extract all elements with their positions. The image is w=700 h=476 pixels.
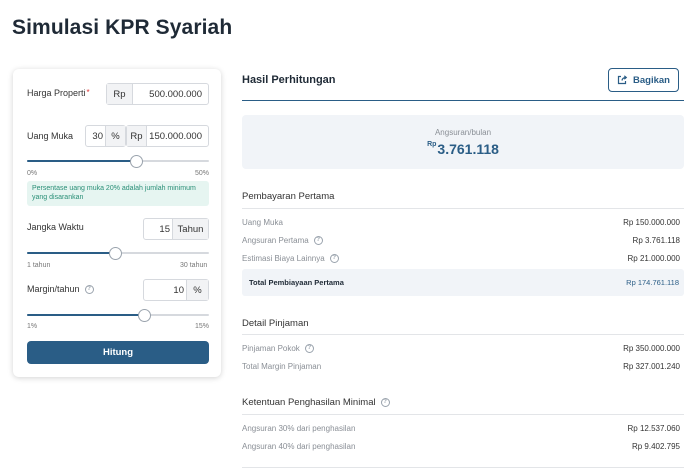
- section-divider: [242, 414, 684, 415]
- jangka-waktu-slider[interactable]: [27, 247, 209, 260]
- harga-properti-input[interactable]: Rp 500.000.000: [106, 83, 209, 105]
- harga-properti-value[interactable]: 500.000.000: [133, 84, 208, 104]
- slider-max-label: 15%: [195, 323, 210, 330]
- margin-input[interactable]: 10 %: [143, 279, 209, 301]
- info-circle-icon[interactable]: ?: [84, 285, 94, 295]
- info-circle-icon[interactable]: ?: [329, 254, 339, 264]
- slider-fill: [27, 314, 145, 316]
- percent-suffix: %: [186, 280, 208, 300]
- slider-min-label: 1%: [27, 323, 38, 330]
- slider-min-label: 0%: [27, 170, 38, 177]
- slider-fill: [27, 252, 115, 254]
- slider-max-label: 50%: [195, 170, 210, 177]
- hitung-button[interactable]: Hitung: [27, 341, 209, 364]
- slider-fill: [27, 160, 137, 162]
- currency-prefix: Rp: [127, 126, 147, 146]
- slider-thumb[interactable]: [138, 309, 152, 322]
- result-row: Total Margin Pinjaman Rp 327.001.240: [242, 362, 680, 371]
- section-divider: [242, 467, 684, 468]
- tahun-suffix: Tahun: [172, 219, 208, 239]
- slider-thumb[interactable]: [108, 247, 122, 260]
- uang-muka-percent-input[interactable]: 30 %: [85, 125, 126, 147]
- margin-value[interactable]: 10: [144, 280, 188, 300]
- slider-min-label: 1 tahun: [27, 262, 51, 269]
- result-row: Angsuran Pertama? Rp 3.761.118: [242, 236, 680, 246]
- info-circle-icon[interactable]: ?: [304, 344, 314, 354]
- jangka-waktu-value[interactable]: 15: [144, 219, 174, 239]
- total-pembiayaan-row: Total Pembiayaan Pertama Rp 174.761.118: [242, 269, 684, 296]
- pembayaran-pertama-title: Pembayaran Pertama: [242, 191, 335, 202]
- installment-value: Rp3.761.118: [427, 141, 499, 157]
- info-circle-icon[interactable]: ?: [380, 397, 390, 407]
- jangka-waktu-label: Jangka Waktu: [27, 222, 84, 232]
- penghasilan-minimal-title: Ketentuan Penghasilan Minimal?: [242, 397, 390, 408]
- margin-label: Margin/tahun?: [27, 284, 94, 295]
- installment-summary: Angsuran/bulan Rp3.761.118: [242, 115, 684, 169]
- detail-pinjaman-title: Detail Pinjaman: [242, 318, 309, 329]
- uang-muka-amount-value[interactable]: 150.000.000: [147, 126, 208, 146]
- margin-slider[interactable]: [27, 309, 209, 322]
- result-title-underline: [242, 100, 684, 101]
- jangka-waktu-input[interactable]: 15 Tahun: [143, 218, 209, 240]
- section-divider: [242, 334, 684, 335]
- currency-prefix: Rp: [107, 84, 133, 104]
- section-divider: [242, 208, 684, 209]
- uang-muka-percent-value[interactable]: 30: [86, 126, 106, 146]
- installment-label: Angsuran/bulan: [434, 128, 492, 137]
- harga-properti-label: Harga Properti*: [27, 88, 90, 98]
- share-icon: [617, 75, 628, 85]
- uang-muka-slider[interactable]: [27, 155, 209, 168]
- share-button[interactable]: Bagikan: [608, 68, 679, 92]
- page-title: Simulasi KPR Syariah: [12, 16, 233, 39]
- down-payment-hint: Persentase uang muka 20% adalah jumlah m…: [27, 181, 209, 206]
- result-row: Angsuran 30% dari penghasilan Rp 12.537.0…: [242, 424, 680, 433]
- result-row: Angsuran 40% dari penghasilan Rp 9.402.79…: [242, 442, 680, 451]
- uang-muka-amount-input[interactable]: Rp 150.000.000: [126, 125, 209, 147]
- result-row: Estimasi Biaya Lainnya? Rp 21.000.000: [242, 254, 680, 264]
- slider-max-label: 30 tahun: [180, 262, 208, 269]
- uang-muka-label: Uang Muka: [27, 131, 74, 141]
- result-title: Hasil Perhitungan: [242, 74, 336, 86]
- share-label: Bagikan: [633, 74, 670, 86]
- percent-suffix: %: [105, 126, 125, 146]
- result-row: Uang Muka Rp 150.000.000: [242, 218, 680, 227]
- result-row: Pinjaman Pokok? Rp 350.000.000: [242, 344, 680, 354]
- info-circle-icon[interactable]: ?: [313, 236, 323, 246]
- slider-thumb[interactable]: [130, 155, 144, 168]
